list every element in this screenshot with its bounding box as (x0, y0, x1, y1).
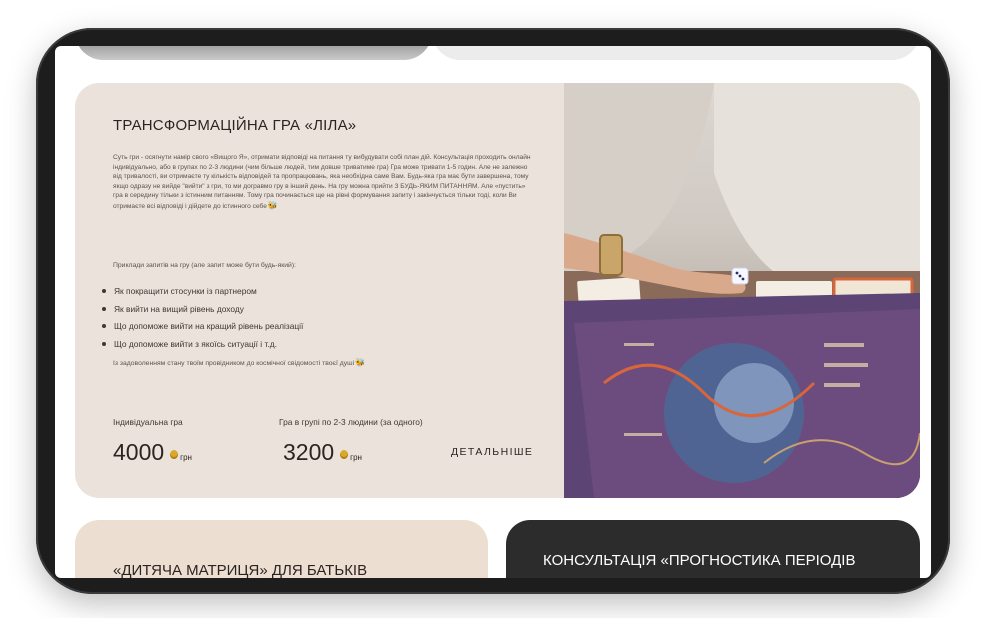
card-title: «ДИТЯЧА МАТРИЦЯ» ДЛЯ БАТЬКІВ (113, 562, 368, 578)
examples-label: Приклади запитів на гру (але запит може … (113, 262, 296, 269)
individual-label: Індивідуальна гра (113, 417, 183, 427)
coin-icon (340, 450, 349, 459)
bee-icon: 🐝 (355, 358, 366, 367)
page-viewport[interactable]: ТРАНСФОРМАЦІЙНА ГРА «ЛІЛА» Суть гри - ос… (55, 46, 931, 578)
closing-text: Із задоволенням стану твоїм провідником … (113, 358, 366, 367)
list-item: Як покращити стосунки із партнером (102, 282, 303, 300)
card-title: КОНСУЛЬТАЦІЯ «ПРОГНОСТИКА ПЕРІОДІВ (543, 552, 856, 569)
game-photo (564, 83, 920, 498)
previous-card (432, 46, 920, 60)
list-item: Що допоможе вийти з якоїсь ситуації і т.… (102, 335, 303, 353)
individual-price: 4000 грн (113, 439, 192, 465)
details-button[interactable]: ДЕТАЛЬНІШЕ (451, 446, 533, 458)
examples-list: Як покращити стосунки із партнером Як ви… (102, 282, 303, 353)
coin-icon (170, 450, 179, 459)
card-description: Суть гри - осягнути намір свого «Вищого … (113, 154, 531, 210)
group-label: Гра в групі по 2-3 людини (за одного) (279, 417, 423, 427)
list-item: Що допоможе вийти на кращий рівень реалі… (102, 318, 303, 336)
group-price: 3200 грн (283, 439, 362, 465)
list-item: Як вийти на вищий рівень доходу (102, 300, 303, 318)
lila-game-card: ТРАНСФОРМАЦІЙНА ГРА «ЛІЛА» Суть гри - ос… (75, 83, 920, 498)
previous-card-photo (75, 46, 432, 60)
game-board-illustration (564, 83, 920, 498)
prognostic-card[interactable]: КОНСУЛЬТАЦІЯ «ПРОГНОСТИКА ПЕРІОДІВ (506, 520, 920, 578)
card-title: ТРАНСФОРМАЦІЙНА ГРА «ЛІЛА» (113, 117, 357, 134)
children-matrix-card[interactable]: «ДИТЯЧА МАТРИЦЯ» ДЛЯ БАТЬКІВ (75, 520, 488, 578)
bee-icon: 🐝 (267, 200, 278, 210)
